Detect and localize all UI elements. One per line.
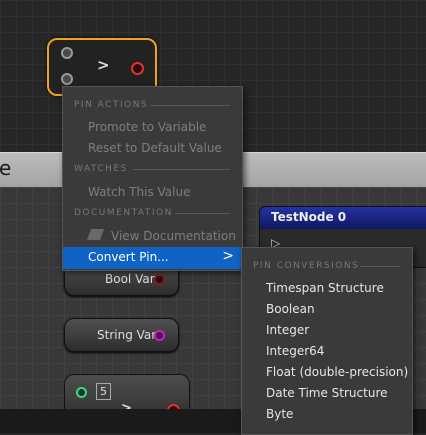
section-divider	[175, 213, 230, 214]
test-node-title-bar[interactable]: TestNode 0	[260, 207, 426, 229]
submenu-item-float-double[interactable]: Float (double-precision)	[266, 365, 408, 379]
section-watches: WATCHES	[74, 164, 128, 174]
section-pin-conversions: PIN CONVERSIONS	[253, 261, 360, 271]
string-var-node[interactable]: String Var	[64, 318, 179, 352]
submenu-item-integer64[interactable]: Integer64	[266, 344, 324, 358]
section-divider	[151, 105, 230, 106]
menu-item-promote-to-variable[interactable]: Promote to Variable	[88, 120, 206, 134]
submenu-item-byte[interactable]: Byte	[266, 407, 293, 421]
menu-item-convert-pin[interactable]: Convert Pin... >	[63, 247, 242, 269]
section-documentation: DOCUMENTATION	[74, 208, 173, 218]
menu-item-view-documentation[interactable]: View Documentation	[111, 229, 236, 243]
submenu-item-date-time[interactable]: Date Time Structure	[266, 386, 388, 400]
bool-var-pin[interactable]	[154, 274, 165, 285]
section-divider	[360, 266, 400, 267]
exec-input-pin[interactable]	[61, 47, 73, 59]
bool-output-pin[interactable]	[131, 62, 144, 75]
submenu-item-integer[interactable]: Integer	[266, 323, 309, 337]
chevron-right-icon: >	[222, 248, 234, 264]
pin-context-menu: PIN ACTIONS Promote to Variable Reset to…	[62, 86, 243, 271]
string-var-pin[interactable]	[154, 330, 165, 341]
convert-pin-label: Convert Pin...	[88, 250, 169, 264]
documentation-icon	[86, 229, 105, 240]
section-divider	[133, 169, 230, 170]
int-value-box[interactable]: 5	[96, 383, 111, 400]
pin-conversions-submenu: PIN CONVERSIONS Timespan Structure Boole…	[241, 247, 413, 435]
exec-arrow-icon: >	[97, 56, 110, 74]
submenu-item-timespan[interactable]: Timespan Structure	[266, 281, 384, 295]
int-input-pin[interactable]	[76, 387, 87, 398]
panel-header-text: e	[0, 156, 12, 180]
section-pin-actions: PIN ACTIONS	[74, 100, 149, 110]
menu-item-watch-value[interactable]: Watch This Value	[88, 185, 190, 199]
submenu-item-boolean[interactable]: Boolean	[266, 302, 315, 316]
data-input-pin[interactable]	[61, 73, 73, 85]
bool-var-label: Bool Var	[105, 272, 155, 286]
menu-item-reset-to-default[interactable]: Reset to Default Value	[88, 141, 222, 155]
string-var-label: String Var	[97, 328, 157, 342]
test-node-title: TestNode 0	[271, 210, 347, 224]
